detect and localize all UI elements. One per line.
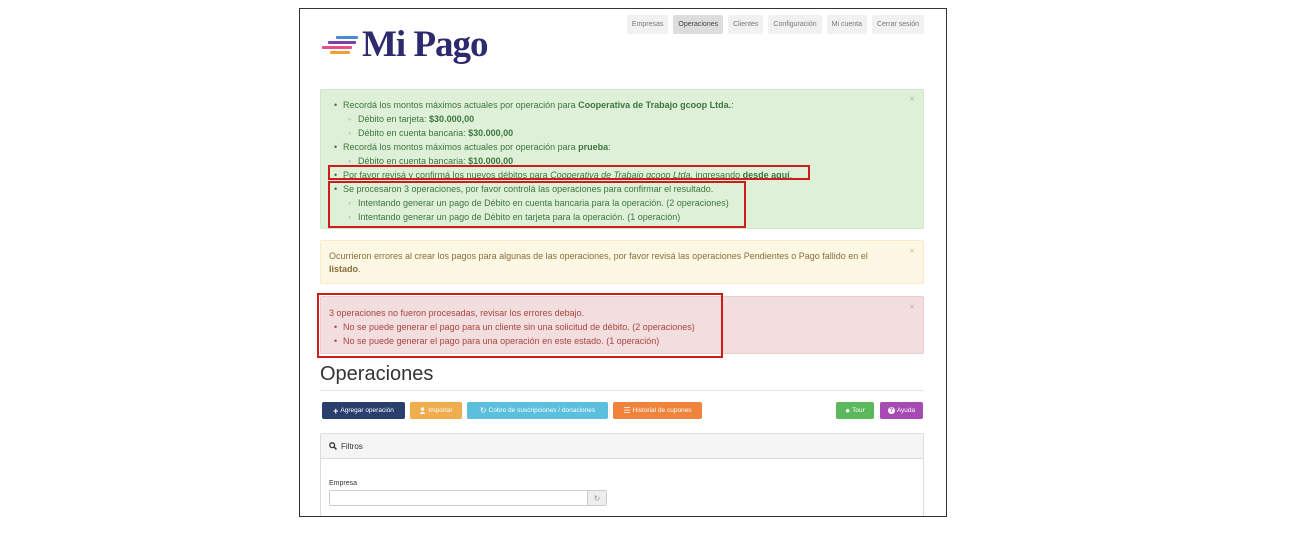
filters-header[interactable]: Filtros <box>321 434 923 459</box>
user-icon <box>420 407 426 414</box>
logo-mark <box>322 34 360 56</box>
list-item: Recordá los montos máximos actuales por … <box>321 140 923 154</box>
company-label: Empresa <box>329 480 358 487</box>
nav-configuracion[interactable]: Configuración <box>768 15 822 34</box>
refresh-icon: ↻ <box>479 406 487 415</box>
add-operation-button[interactable]: + Agregar operación <box>322 402 405 419</box>
nav-cerrar-sesion[interactable]: Cerrar sesión <box>871 15 924 34</box>
import-button[interactable]: Importar <box>410 402 462 419</box>
filters-panel: Filtros Empresa ↻ <box>320 433 924 516</box>
refresh-icon[interactable]: ↻ <box>587 491 606 505</box>
question-icon: ? <box>887 407 895 414</box>
highlight-box <box>328 165 810 180</box>
subscription-charge-button[interactable]: ↻ Cobro de suscripciones / donaciones <box>467 402 608 419</box>
logo-text: Mi Pago <box>362 24 489 65</box>
list-item: Débito en cuenta bancaria: $30.000,00 <box>321 126 923 140</box>
top-nav: Empresas Operaciones Clientes Configurac… <box>626 15 924 34</box>
close-icon[interactable]: × <box>909 301 915 315</box>
page-title: Operaciones <box>320 363 434 385</box>
list-item: Débito en tarjeta: $30.000,00 <box>321 112 923 126</box>
divider <box>320 390 924 391</box>
company-select[interactable]: ↻ <box>329 490 607 506</box>
nav-mi-cuenta[interactable]: Mi cuenta <box>826 15 867 34</box>
nav-operaciones[interactable]: Operaciones <box>673 15 724 34</box>
coupon-history-button[interactable]: ☰ Historial de cupones <box>613 402 702 419</box>
nav-empresas[interactable]: Empresas <box>626 15 669 34</box>
help-button[interactable]: ? Ayuda <box>880 402 923 419</box>
close-icon[interactable]: × <box>909 245 915 258</box>
list-icon: ☰ <box>623 406 631 415</box>
highlight-box <box>317 293 723 358</box>
plus-icon: + <box>333 405 339 416</box>
list-item: Recordá los montos máximos actuales por … <box>321 98 923 112</box>
listado-link[interactable]: listado <box>329 264 358 274</box>
tour-button[interactable]: ● Tour <box>836 402 874 419</box>
app-window: Mi Pago Empresas Operaciones Clientes Co… <box>299 8 947 517</box>
highlight-box <box>328 181 746 228</box>
search-icon <box>329 442 337 450</box>
globe-icon: ● <box>845 406 851 415</box>
company-name: Cooperativa de Trabajo gcoop Ltda. <box>578 100 732 110</box>
warning-alert: × Ocurrieron errores al crear los pagos … <box>320 240 924 284</box>
logo[interactable]: Mi Pago <box>322 23 489 66</box>
nav-clientes[interactable]: Clientes <box>728 15 764 34</box>
